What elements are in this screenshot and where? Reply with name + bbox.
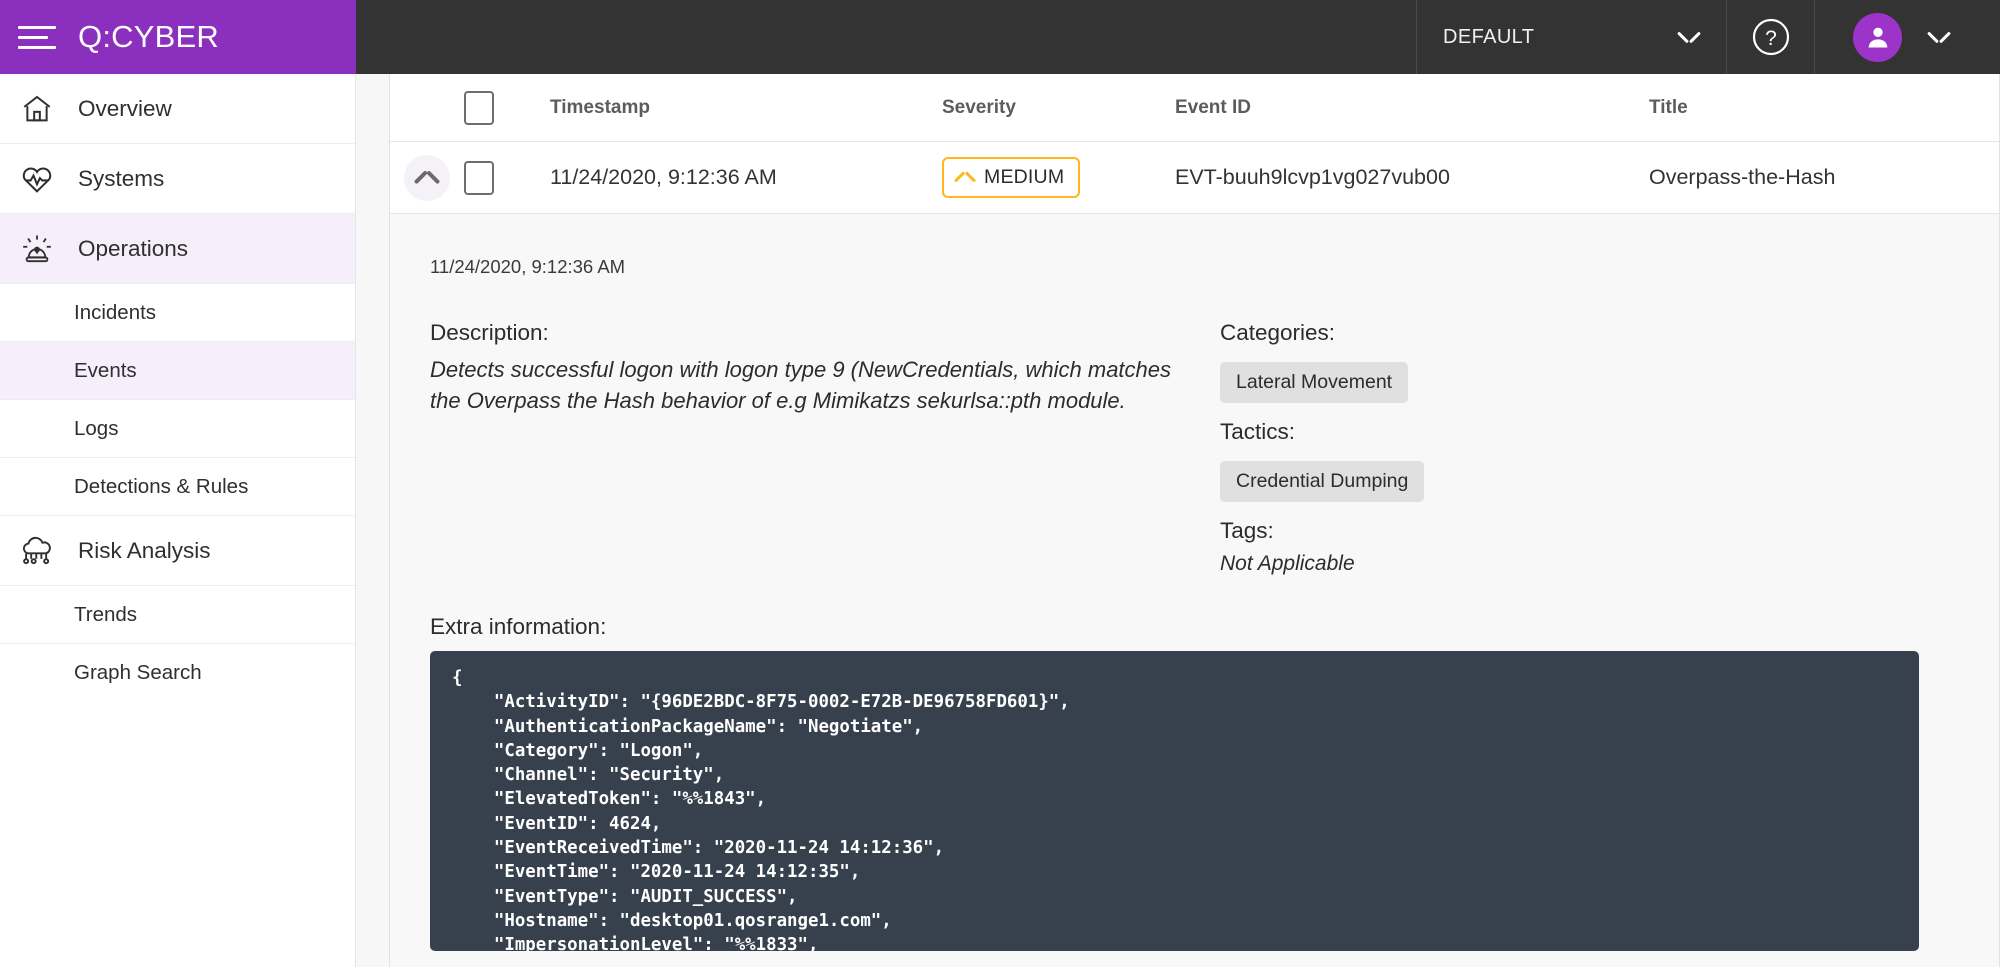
question-mark-circle-icon: ?	[1752, 18, 1789, 56]
top-bar-right: DEFAULT ?	[356, 0, 2000, 74]
sidebar-item-overview[interactable]: Overview	[0, 74, 355, 144]
extra-information-json: { "ActivityID": "{96DE2BDC-8F75-0002-E72…	[430, 651, 1919, 951]
top-bar-spacer	[356, 0, 1416, 74]
tactic-chip: Credential Dumping	[1220, 461, 1425, 502]
sidebar-item-label: Operations	[78, 235, 189, 261]
cell-timestamp: 11/24/2020, 9:12:36 AM	[550, 165, 777, 189]
alarm-siren-icon	[14, 229, 60, 269]
sidebar-subitem-label: Incidents	[74, 300, 157, 324]
detail-timestamp: 11/24/2020, 9:12:36 AM	[430, 256, 626, 277]
app-body: Overview Systems Operations Incidents Ev…	[0, 74, 2000, 967]
chevron-up-icon	[955, 172, 975, 183]
event-detail-inner: 11/24/2020, 9:12:36 AM Description: Dete…	[390, 256, 1999, 951]
hamburger-icon[interactable]	[18, 22, 56, 52]
cell-title: Overpass-the-Hash	[1649, 165, 1836, 189]
help-button[interactable]: ?	[1726, 0, 1814, 74]
tactics-list: Credential Dumping	[1220, 453, 1959, 518]
severity-label: MEDIUM	[984, 166, 1065, 188]
table-header: Timestamp Severity Event ID Title	[390, 74, 1999, 142]
svg-text:?: ?	[1765, 27, 1777, 50]
categories-label: Categories:	[1220, 320, 1336, 345]
sidebar-subitem-events[interactable]: Events	[0, 342, 355, 400]
select-all-cell	[464, 90, 550, 125]
cell-event-id: EVT-buuh9lcvp1vg027vub00	[1175, 165, 1450, 189]
sidebar-subitem-trends[interactable]: Trends	[0, 586, 355, 644]
brand-area: Q:CYBER	[0, 0, 356, 74]
detail-columns: Description: Detects successful logon wi…	[430, 320, 1959, 576]
sidebar-item-operations[interactable]: Operations	[0, 214, 355, 284]
row-checkbox[interactable]	[464, 160, 494, 195]
category-chip: Lateral Movement	[1220, 362, 1409, 403]
column-header-event-id[interactable]: Event ID	[1175, 97, 1649, 119]
application-window: Q:CYBER DEFAULT ? Overview Systems Opera…	[0, 0, 2000, 967]
tenant-label: DEFAULT	[1443, 25, 1535, 48]
tenant-selector[interactable]: DEFAULT	[1416, 0, 1726, 74]
chevron-up-icon	[415, 171, 439, 185]
extra-information-label: Extra information:	[430, 614, 607, 639]
content-area: Timestamp Severity Event ID Title 11/24/…	[356, 74, 2000, 967]
sidebar-item-risk-analysis[interactable]: Risk Analysis	[0, 516, 355, 586]
sidebar-subitem-label: Detections & Rules	[74, 474, 249, 498]
chevron-down-icon	[1678, 31, 1700, 44]
sidebar-item-systems[interactable]: Systems	[0, 144, 355, 214]
heart-pulse-icon	[14, 159, 60, 199]
status-badge: MEDIUM	[942, 157, 1081, 198]
sidebar-subitem-graph-search[interactable]: Graph Search	[0, 644, 355, 702]
tags-value: Not Applicable	[1220, 552, 1355, 575]
sidebar-subitem-logs[interactable]: Logs	[0, 400, 355, 458]
select-all-checkbox[interactable]	[464, 90, 494, 125]
home-icon	[14, 89, 60, 129]
user-menu[interactable]	[1814, 0, 2000, 74]
sidebar-item-label: Risk Analysis	[78, 537, 211, 563]
table-row[interactable]: 11/24/2020, 9:12:36 AM MEDIUM EVT-buuh9l…	[390, 142, 1999, 214]
chevron-down-icon	[1928, 31, 1950, 44]
events-panel: Timestamp Severity Event ID Title 11/24/…	[389, 74, 2000, 967]
detail-description-column: Description: Detects successful logon wi…	[430, 320, 1220, 576]
sidebar: Overview Systems Operations Incidents Ev…	[0, 74, 356, 967]
top-bar: Q:CYBER DEFAULT ?	[0, 0, 2000, 74]
expand-cell	[390, 154, 464, 201]
description-text: Detects successful logon with logon type…	[430, 357, 1172, 414]
column-header-timestamp[interactable]: Timestamp	[550, 97, 942, 119]
sidebar-subitem-label: Trends	[74, 602, 138, 626]
row-select-cell	[464, 160, 550, 195]
sidebar-item-label: Overview	[78, 95, 172, 121]
tags-label: Tags:	[1220, 518, 1274, 543]
detail-meta-column: Categories: Lateral Movement Tactics: Cr…	[1220, 320, 1959, 576]
sidebar-subitem-label: Logs	[74, 416, 119, 440]
person-icon	[1868, 27, 1887, 48]
sidebar-subitem-label: Events	[74, 358, 137, 382]
sidebar-subitem-label: Graph Search	[74, 661, 202, 684]
sidebar-subitem-incidents[interactable]: Incidents	[0, 284, 355, 342]
cloud-nodes-icon	[14, 531, 60, 571]
categories-list: Lateral Movement	[1220, 354, 1959, 419]
brand-title: Q:CYBER	[78, 19, 219, 54]
sidebar-item-label: Systems	[78, 165, 165, 191]
event-detail-panel: 11/24/2020, 9:12:36 AM Description: Dete…	[390, 214, 1999, 967]
avatar	[1853, 12, 1902, 62]
cell-severity: MEDIUM	[942, 157, 1175, 198]
collapse-row-button[interactable]	[404, 154, 450, 201]
description-label: Description:	[430, 320, 549, 345]
column-header-title[interactable]: Title	[1649, 97, 1999, 119]
tactics-label: Tactics:	[1220, 419, 1296, 444]
column-header-severity[interactable]: Severity	[942, 97, 1175, 119]
sidebar-subitem-detections-rules[interactable]: Detections & Rules	[0, 458, 355, 516]
